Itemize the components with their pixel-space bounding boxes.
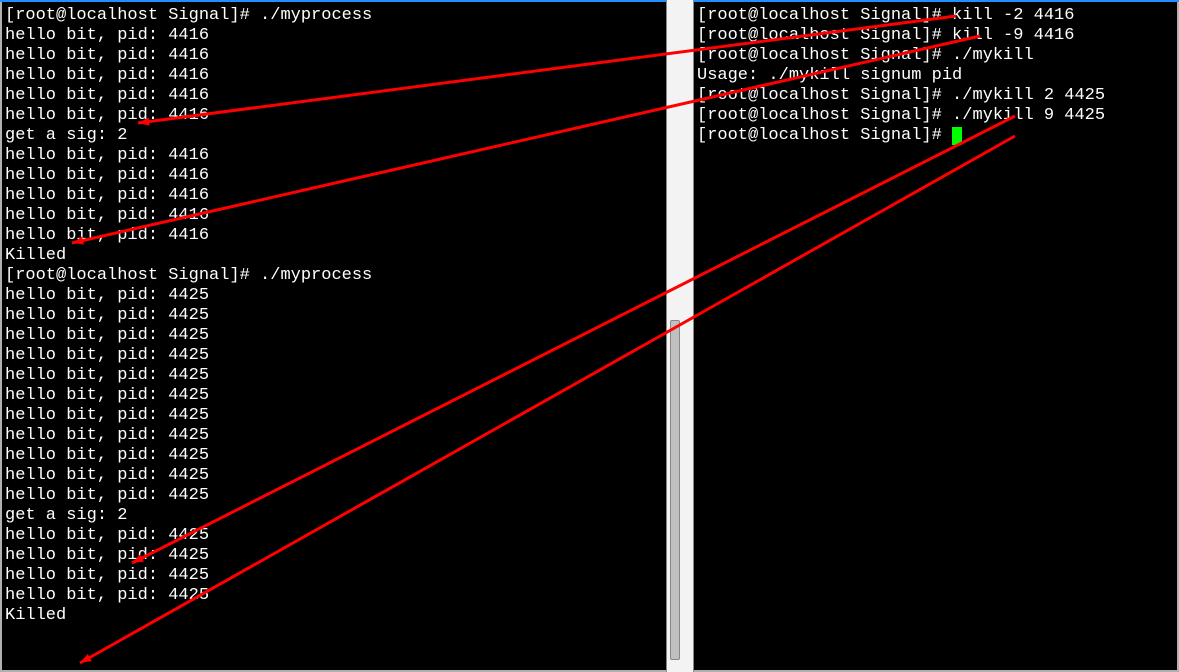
output-line: hello bit, pid: 4416 <box>5 166 663 186</box>
output-line: hello bit, pid: 4425 <box>5 366 663 386</box>
terminal-left[interactable]: [root@localhost Signal]# ./myprocesshell… <box>2 2 666 670</box>
terminal-right[interactable]: [root@localhost Signal]# kill -2 4416[ro… <box>694 2 1177 670</box>
output-line: hello bit, pid: 4416 <box>5 46 663 66</box>
output-line: hello bit, pid: 4416 <box>5 26 663 46</box>
output-line: hello bit, pid: 4416 <box>5 226 663 246</box>
prompt-line: [root@localhost Signal]# <box>697 126 1174 146</box>
output-line: Killed <box>5 246 663 266</box>
output-line: hello bit, pid: 4425 <box>5 486 663 506</box>
prompt-line: [root@localhost Signal]# ./mykill <box>697 46 1174 66</box>
output-line: get a sig: 2 <box>5 126 663 146</box>
output-line: hello bit, pid: 4425 <box>5 446 663 466</box>
output-line: hello bit, pid: 4425 <box>5 306 663 326</box>
prompt-line: [root@localhost Signal]# kill -2 4416 <box>697 6 1174 26</box>
output-line: hello bit, pid: 4425 <box>5 386 663 406</box>
output-line: hello bit, pid: 4425 <box>5 286 663 306</box>
prompt-line: [root@localhost Signal]# ./myprocess <box>5 6 663 26</box>
output-line: hello bit, pid: 4425 <box>5 406 663 426</box>
cursor <box>952 127 962 145</box>
output-line: hello bit, pid: 4416 <box>5 186 663 206</box>
scrollbar-thumb[interactable] <box>670 320 680 660</box>
output-line: hello bit, pid: 4425 <box>5 326 663 346</box>
output-line: Usage: ./mykill signum pid <box>697 66 1174 86</box>
prompt-line: [root@localhost Signal]# ./mykill 2 4425 <box>697 86 1174 106</box>
prompt-line: [root@localhost Signal]# kill -9 4416 <box>697 26 1174 46</box>
output-line: get a sig: 2 <box>5 506 663 526</box>
output-line: hello bit, pid: 4425 <box>5 546 663 566</box>
output-line: hello bit, pid: 4425 <box>5 526 663 546</box>
output-line: hello bit, pid: 4425 <box>5 586 663 606</box>
output-line: hello bit, pid: 4416 <box>5 86 663 106</box>
prompt-line: [root@localhost Signal]# ./myprocess <box>5 266 663 286</box>
output-line: hello bit, pid: 4425 <box>5 466 663 486</box>
output-line: hello bit, pid: 4425 <box>5 566 663 586</box>
output-line: hello bit, pid: 4416 <box>5 206 663 226</box>
prompt-line: [root@localhost Signal]# ./mykill 9 4425 <box>697 106 1174 126</box>
output-line: hello bit, pid: 4416 <box>5 66 663 86</box>
output-line: hello bit, pid: 4416 <box>5 106 663 126</box>
output-line: hello bit, pid: 4425 <box>5 346 663 366</box>
output-line: hello bit, pid: 4425 <box>5 426 663 446</box>
output-line: Killed <box>5 606 663 626</box>
output-line: hello bit, pid: 4416 <box>5 146 663 166</box>
